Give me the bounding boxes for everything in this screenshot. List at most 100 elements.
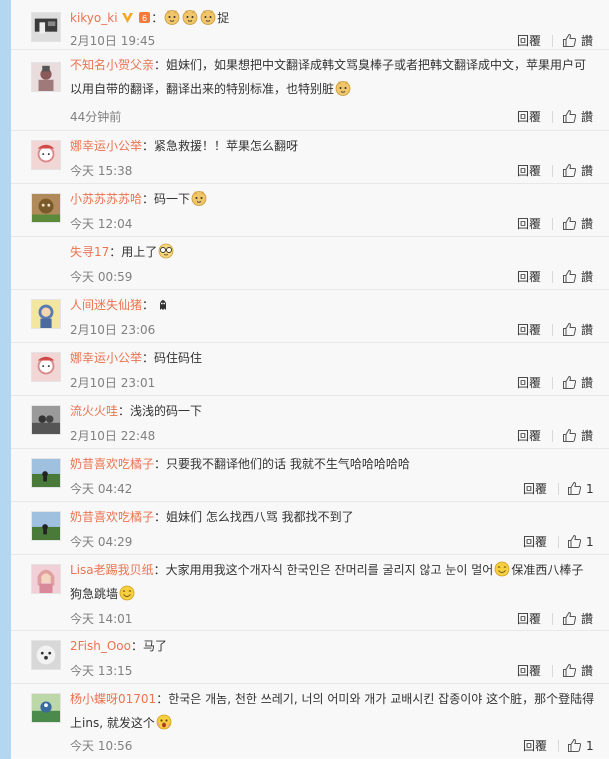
comment-text: ：姐妹们 怎么找西八骂 我都找不到了 [154,510,354,524]
avatar[interactable] [31,458,61,488]
glasses-face-icon [158,243,174,259]
comment-username[interactable]: 小苏苏苏苏哈 [70,192,142,206]
comment-time: 今天 04:29 [70,535,133,549]
comment-time: 今天 12:04 [70,217,133,231]
comment-item: 杨小蝶呀01701：한국은 개놈, 천한 쓰레기, 너의 어미와 개가 교배시킨… [11,684,609,758]
avatar[interactable] [31,640,61,670]
comment-username[interactable]: 杨小蝶呀01701 [70,692,156,706]
thumbs-up-icon[interactable] [562,163,577,178]
thumbs-up-icon[interactable] [562,663,577,678]
like-button[interactable]: 讚 [581,32,593,50]
reply-button[interactable]: 回覆 [517,162,541,180]
reply-button[interactable]: 回覆 [517,427,541,445]
avatar[interactable] [31,12,61,42]
comment-text: ：用上了 [109,245,158,259]
reply-button[interactable]: 回覆 [517,374,541,392]
reply-button[interactable]: 回覆 [523,480,547,498]
comment-username[interactable]: 奶昔喜欢吃橘子 [70,457,154,471]
reply-button[interactable]: 回覆 [517,610,541,628]
comment-text: ：马了 [130,639,167,653]
thumbs-up-icon[interactable] [562,322,577,337]
comment-username[interactable]: 人间迷失仙猪 [70,298,142,312]
thumbs-up-icon[interactable] [562,375,577,390]
avatar[interactable] [31,405,61,435]
comment-text: ： [151,11,164,25]
reply-button[interactable]: 回覆 [523,737,547,755]
avatar[interactable] [31,511,61,541]
like-button[interactable]: 1 [586,533,594,551]
thumbs-up-icon[interactable] [562,611,577,626]
comment-time: 2月10日 23:06 [70,323,156,337]
like-button[interactable]: 讚 [581,374,593,392]
avatar[interactable] [31,62,61,92]
smile-icon [494,561,510,577]
comment-username[interactable]: 2Fish_Ooo [70,639,131,653]
comment-username[interactable]: 奶昔喜欢吃橘子 [70,510,154,524]
doge-icon [191,190,207,206]
v-badge-icon [121,11,134,24]
thumbs-up-icon[interactable] [562,428,577,443]
like-button[interactable]: 讚 [581,108,593,126]
comment-text: ：紧急救援！！苹果怎么翻呀 [142,139,299,153]
comment-item: 人间迷失仙猪： 2月10日 23:06 回覆 讚 [11,290,609,343]
reply-button[interactable]: 回覆 [517,268,541,286]
reply-button[interactable]: 回覆 [517,662,541,680]
doge-icon [182,9,198,25]
comment-username[interactable]: 流火火哇 [70,404,118,418]
reply-button[interactable]: 回覆 [517,108,541,126]
like-button[interactable]: 讚 [581,427,593,445]
svg-text:6: 6 [142,14,147,23]
thumbs-up-icon[interactable] [562,33,577,48]
like-button[interactable]: 讚 [581,268,593,286]
comment-time: 2月10日 22:48 [70,429,156,443]
doge-icon [200,9,216,25]
comment-time: 2月10日 23:01 [70,376,156,390]
divider [552,35,553,47]
thumbs-up-icon[interactable] [562,216,577,231]
avatar[interactable] [31,299,61,329]
divider [552,665,553,677]
like-button[interactable]: 讚 [581,610,593,628]
like-button[interactable]: 1 [586,480,594,498]
comment-username[interactable]: 娜幸运小公举 [70,139,142,153]
comment-username[interactable]: kikyo_ki [70,11,118,25]
like-button[interactable]: 讚 [581,162,593,180]
reply-button[interactable]: 回覆 [517,321,541,339]
comment-username[interactable]: 不知名小贺父亲 [70,58,154,72]
comment-text: ：浅浅的码一下 [118,404,203,418]
reply-button[interactable]: 回覆 [523,533,547,551]
comment-item: 奶昔喜欢吃橘子：只要我不翻译他们的话 我就不生气哈哈哈哈哈 今天 04:42 回… [11,449,609,502]
comment-time: 今天 14:01 [70,612,133,626]
comment-item: 娜幸运小公举：紧急救援！！苹果怎么翻呀 今天 15:38 回覆 讚 [11,131,609,184]
thumbs-up-icon[interactable] [567,738,582,753]
comment-item: 流火火哇：浅浅的码一下 2月10日 22:48 回覆 讚 [11,396,609,449]
avatar[interactable] [31,693,61,723]
thumbs-up-icon[interactable] [567,534,582,549]
avatar[interactable] [31,140,61,170]
like-button[interactable]: 讚 [581,215,593,233]
like-button[interactable]: 1 [586,737,594,755]
thumbs-up-icon[interactable] [562,269,577,284]
comment-text: ：只要我不翻译他们的话 我就不生气哈哈哈哈哈 [154,457,410,471]
divider [552,111,553,123]
like-button[interactable]: 讚 [581,321,593,339]
avatar[interactable] [31,352,61,382]
avatar[interactable] [31,193,61,223]
comment-username[interactable]: Lisa老踢我贝纸 [70,563,154,577]
reply-button[interactable]: 回覆 [517,32,541,50]
doge-icon [164,9,180,25]
comment-username[interactable]: 娜幸运小公举 [70,351,142,365]
divider [558,483,559,495]
thumbs-up-icon[interactable] [562,109,577,124]
comment-item: 奶昔喜欢吃橘子：姐妹们 怎么找西八骂 我都找不到了 今天 04:29 回覆 1 [11,502,609,555]
comment-text: ：大家用用我这个개자식 한국인은 잔머리를 굴리지 않고 눈이 멀어 [153,563,494,577]
divider [552,324,553,336]
reply-button[interactable]: 回覆 [517,215,541,233]
like-button[interactable]: 讚 [581,662,593,680]
divider [552,271,553,283]
comment-time: 今天 04:42 [70,482,133,496]
thumbs-up-icon[interactable] [567,481,582,496]
avatar[interactable] [31,564,61,594]
comment-username[interactable]: 失寻17 [70,245,109,259]
comment-item: 失寻17：用上了 今天 00:59 回覆 讚 [11,237,609,290]
